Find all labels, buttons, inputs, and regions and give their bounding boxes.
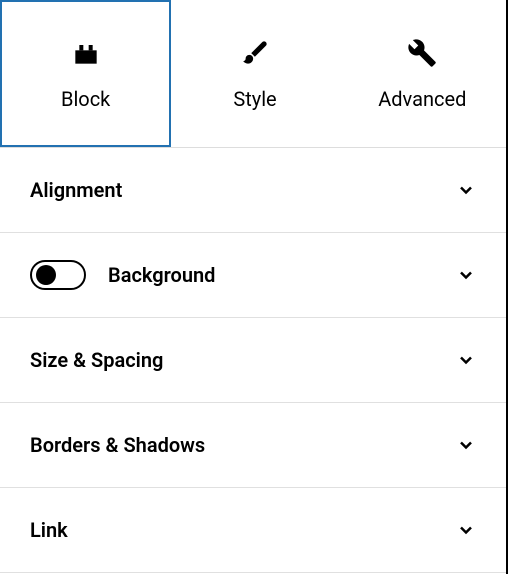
- section-link[interactable]: Link: [0, 488, 506, 573]
- background-toggle[interactable]: [30, 260, 86, 290]
- block-icon: [70, 37, 102, 69]
- section-background[interactable]: Background: [0, 233, 506, 318]
- chevron-down-icon: [456, 350, 476, 370]
- section-link-label: Link: [30, 518, 456, 542]
- section-borders-shadows-label: Borders & Shadows: [30, 433, 456, 457]
- chevron-down-icon: [456, 180, 476, 200]
- chevron-down-icon: [456, 520, 476, 540]
- section-borders-shadows[interactable]: Borders & Shadows: [0, 403, 506, 488]
- tab-style-label: Style: [233, 87, 276, 111]
- settings-sections: Alignment Background Size & Spacing Bord…: [0, 148, 506, 573]
- tab-block-label: Block: [61, 87, 110, 111]
- section-alignment-label: Alignment: [30, 178, 456, 202]
- chevron-down-icon: [456, 435, 476, 455]
- tab-block[interactable]: Block: [0, 0, 171, 147]
- section-size-spacing[interactable]: Size & Spacing: [0, 318, 506, 403]
- tab-advanced-label: Advanced: [378, 87, 466, 111]
- tab-advanced[interactable]: Advanced: [339, 0, 506, 147]
- settings-tabs: Block Style Advanced: [0, 0, 506, 148]
- section-background-label: Background: [108, 263, 456, 287]
- brush-icon: [239, 37, 271, 69]
- wrench-icon: [406, 37, 438, 69]
- section-alignment[interactable]: Alignment: [0, 148, 506, 233]
- chevron-down-icon: [456, 265, 476, 285]
- section-size-spacing-label: Size & Spacing: [30, 348, 456, 372]
- tab-style[interactable]: Style: [171, 0, 338, 147]
